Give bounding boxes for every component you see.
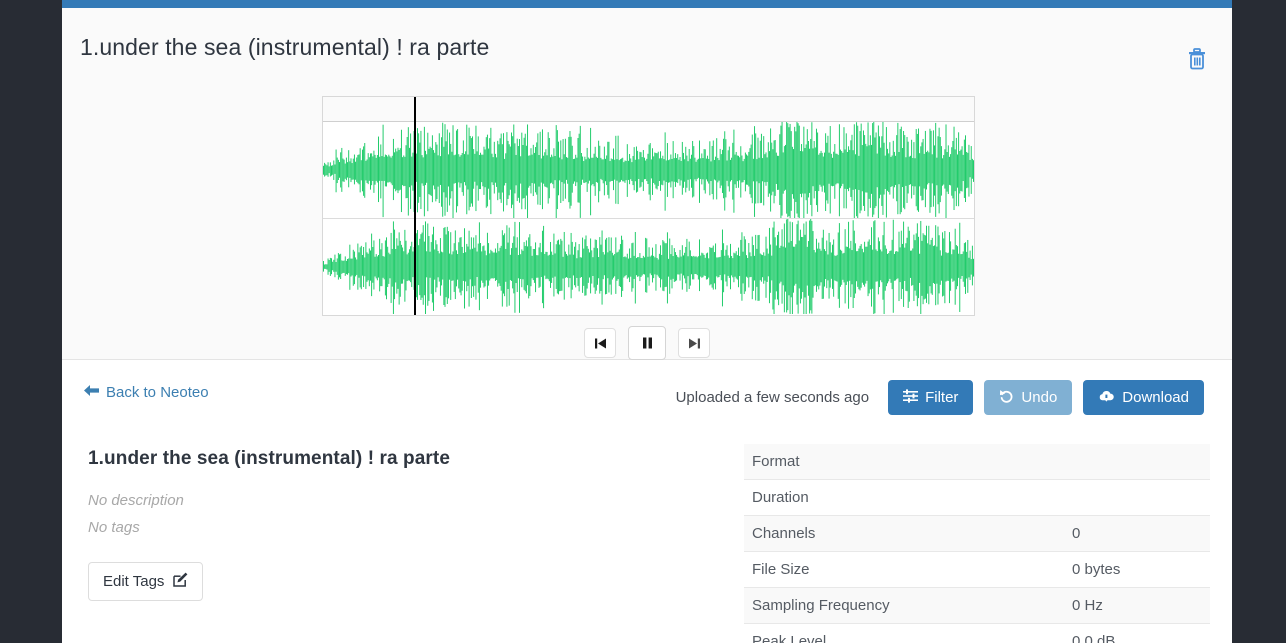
back-to-neoteo-link[interactable]: Back to Neoteo [84, 384, 209, 401]
metadata-value: 0 bytes [1072, 561, 1121, 578]
pencil-square-icon-glyph [173, 572, 188, 587]
action-row: Back to Neoteo Uploaded a few seconds ag… [62, 360, 1232, 432]
sliders-icon [903, 389, 919, 406]
back-to-neoteo-label: Back to Neoteo [106, 384, 209, 401]
table-row: Peak Level 0.0 dB [744, 624, 1210, 643]
pencil-square-icon [173, 572, 188, 591]
sliders-icon-glyph [903, 389, 919, 403]
cloud-download-icon-glyph [1100, 391, 1115, 402]
metadata-value [1064, 480, 1210, 516]
action-buttons-group: Uploaded a few seconds ago Filter Undo D… [676, 380, 1204, 415]
skip-backward-icon-glyph [594, 338, 606, 348]
waveform-channel-2[interactable] [323, 218, 974, 314]
metadata-value: 0.0 dB [1072, 633, 1116, 643]
waveform-channel-1-graphic [323, 122, 974, 218]
table-row: Duration [744, 480, 1210, 516]
edit-tags-button-label: Edit Tags [103, 573, 165, 590]
waveform-container[interactable] [322, 96, 975, 316]
audio-detail-card: 1.under the sea (instrumental) ! ra part… [62, 0, 1232, 643]
metadata-key: Format [752, 453, 800, 470]
undo-rotate-icon [999, 389, 1014, 406]
table-row: Format [744, 444, 1210, 480]
skip-forward-icon[interactable] [678, 328, 710, 358]
tags-placeholder: No tags [88, 519, 140, 536]
table-row: File Size 0 bytes [744, 552, 1210, 588]
card-top-accent-bar [62, 0, 1232, 8]
detail-left-column: 1.under the sea (instrumental) ! ra part… [84, 432, 744, 643]
metadata-table: Format Duration Channels 0 File Size 0 bytes S… [744, 444, 1210, 643]
file-title: 1.under the sea (instrumental) ! ra part… [88, 448, 451, 469]
table-row: Sampling Frequency 0 Hz [744, 587, 1210, 624]
description-placeholder: No description [88, 492, 184, 509]
metadata-value: 0 [1072, 525, 1081, 542]
undo-button[interactable]: Undo [984, 380, 1073, 415]
metadata-key: Duration [752, 489, 809, 506]
playhead-cursor[interactable] [414, 97, 416, 315]
transport-controls [62, 326, 1232, 360]
detail-right-column: Format Duration Channels 0 File Size 0 bytes S… [744, 432, 1210, 643]
trash-icon-glyph [1189, 48, 1205, 70]
arrow-left-icon-glyph [84, 385, 99, 396]
uploaded-timestamp: Uploaded a few seconds ago [675, 389, 870, 406]
undo-rotate-icon-glyph [1000, 390, 1013, 403]
trash-icon[interactable] [1184, 46, 1210, 72]
pause-icon[interactable] [628, 326, 666, 360]
waveform-channel-1[interactable] [323, 122, 974, 218]
track-title: 1.under the sea (instrumental) ! ra part… [80, 34, 490, 60]
edit-tags-button[interactable]: Edit Tags [88, 562, 204, 601]
player-panel: 1.under the sea (instrumental) ! ra part… [62, 8, 1232, 360]
filter-button[interactable]: Filter [888, 380, 974, 415]
detail-body: 1.under the sea (instrumental) ! ra part… [62, 432, 1232, 643]
metadata-key: Channels [752, 525, 816, 542]
filter-button-label: Filter [925, 389, 959, 406]
waveform-channel-2-graphic [323, 219, 974, 314]
metadata-value [1064, 444, 1210, 480]
table-row: Channels 0 [744, 515, 1210, 552]
app-root: 1.under the sea (instrumental) ! ra part… [0, 0, 1286, 643]
skip-forward-icon-glyph [688, 338, 700, 348]
skip-backward-icon[interactable] [584, 328, 616, 358]
metadata-key: Peak Level [752, 633, 827, 643]
download-button[interactable]: Download [1083, 380, 1204, 415]
metadata-value: 0 Hz [1072, 597, 1103, 614]
undo-button-label: Undo [1021, 389, 1058, 406]
metadata-key: File Size [752, 561, 810, 578]
cloud-download-icon [1098, 389, 1115, 406]
waveform-timeline-ruler[interactable] [323, 97, 974, 122]
download-button-label: Download [1122, 389, 1189, 406]
pause-icon-glyph [642, 337, 652, 349]
metadata-key: Sampling Frequency [752, 597, 890, 614]
arrow-left-icon [84, 384, 99, 401]
